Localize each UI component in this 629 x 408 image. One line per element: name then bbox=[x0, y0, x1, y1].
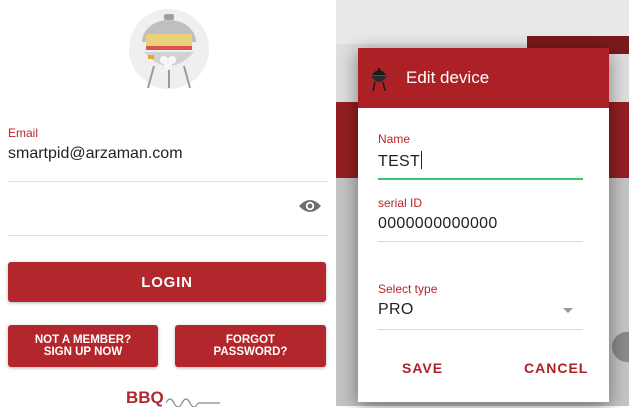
name-label: Name bbox=[378, 132, 411, 146]
forgot-line2: PASSWORD? bbox=[213, 346, 288, 358]
dialog-header: Edit device bbox=[358, 48, 609, 108]
brand-squiggle-decoration bbox=[166, 398, 220, 407]
dialog-title: Edit device bbox=[406, 68, 490, 87]
name-field[interactable]: Name TEST bbox=[378, 120, 583, 180]
bbq-grill-logo bbox=[129, 9, 209, 89]
name-value: TEST bbox=[378, 153, 421, 170]
select-type-value[interactable]: PRO bbox=[378, 301, 583, 319]
password-field[interactable] bbox=[8, 186, 328, 236]
sign-up-line1: NOT A MEMBER? bbox=[34, 334, 132, 346]
login-screen: Email smartpid@arzaman.com LOGIN NOT A M… bbox=[0, 0, 336, 407]
email-field[interactable]: Email smartpid@arzaman.com bbox=[8, 126, 328, 182]
select-type-dropdown[interactable]: Select type PRO bbox=[378, 270, 583, 330]
login-button[interactable]: LOGIN bbox=[8, 262, 326, 302]
grill-icon bbox=[371, 68, 387, 92]
email-label: Email bbox=[8, 126, 39, 140]
bottom-brand-logo: BBQ bbox=[126, 388, 164, 407]
edit-device-dialog: Edit device Name TEST serial ID 00000000… bbox=[358, 48, 609, 402]
cancel-button[interactable]: CANCEL bbox=[516, 354, 596, 382]
forgot-password-button[interactable]: FORGOT PASSWORD? bbox=[175, 325, 326, 367]
forgot-line1: FORGOT bbox=[225, 334, 276, 346]
serial-id-field[interactable]: serial ID 0000000000000 bbox=[378, 184, 583, 242]
email-value[interactable]: smartpid@arzaman.com bbox=[8, 145, 328, 163]
sign-up-line2: SIGN UP NOW bbox=[43, 346, 123, 358]
chevron-down-icon[interactable] bbox=[563, 308, 573, 313]
text-cursor bbox=[421, 151, 423, 169]
eye-icon[interactable] bbox=[298, 198, 322, 214]
sign-up-button[interactable]: NOT A MEMBER? SIGN UP NOW bbox=[8, 325, 158, 367]
select-type-label: Select type bbox=[378, 282, 438, 296]
serial-id-label: serial ID bbox=[378, 196, 423, 210]
serial-id-input[interactable]: 0000000000000 bbox=[378, 215, 583, 233]
name-input[interactable]: TEST bbox=[378, 151, 583, 171]
save-button[interactable]: SAVE bbox=[394, 354, 451, 382]
